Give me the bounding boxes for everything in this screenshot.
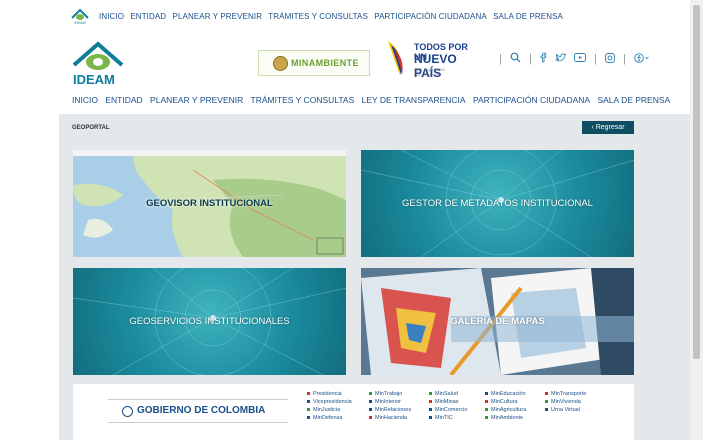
bullet-icon: [307, 392, 310, 396]
nav-inicio[interactable]: INICIO: [72, 95, 98, 105]
ministry-link[interactable]: MinCultura: [485, 399, 526, 407]
bullet-icon: [369, 400, 372, 404]
ministry-link[interactable]: MinEducación: [485, 391, 526, 399]
mini-logo-text: IDEAM: [74, 21, 85, 25]
bullet-icon: [545, 408, 548, 412]
ministry-link[interactable]: MinDefensa: [307, 415, 352, 423]
ministry-link[interactable]: Urna Virtual: [545, 407, 586, 415]
ministries-col-5: MinTransporte MinVivienda Urna Virtual: [545, 391, 586, 415]
bullet-icon: [429, 392, 432, 396]
header-icons: | | | |: [499, 52, 655, 68]
separator: |: [594, 53, 597, 65]
bullet-icon: [369, 408, 372, 412]
ministry-link[interactable]: MinTransporte: [545, 391, 586, 399]
ministries-col-3: MinSalud MinMinas MinComercio MinTIC: [429, 391, 467, 423]
youtube-icon[interactable]: [574, 53, 586, 65]
nav-planear[interactable]: PLANEAR Y PREVENIR: [150, 95, 243, 105]
bullet-icon: [369, 392, 372, 396]
separator: |: [499, 53, 502, 65]
bullet-icon: [485, 408, 488, 412]
top-nav-participacion[interactable]: PARTICIPACIÓN CIUDADANA: [374, 12, 487, 21]
tile-geoservicios[interactable]: GEOSERVICIOS INSTITUCIONALES: [73, 268, 346, 375]
ministries-col-2: MinTrabajo MinInterior MinRelaciones Min…: [369, 391, 411, 423]
bullet-icon: [307, 400, 310, 404]
top-nav-tramites[interactable]: TRÁMITES Y CONSULTAS: [268, 12, 368, 21]
top-nav-entidad[interactable]: ENTIDAD: [130, 12, 166, 21]
bullet-icon: [307, 408, 310, 412]
bullet-icon: [429, 416, 432, 420]
minambiente-banner[interactable]: MINAMBIENTE: [258, 50, 370, 76]
ministry-link[interactable]: MinTrabajo: [369, 391, 411, 399]
top-nav: INICIO ENTIDAD PLANEAR Y PREVENIR TRÁMIT…: [99, 12, 567, 21]
breadcrumb: GEOPORTAL: [72, 125, 110, 131]
ministry-link[interactable]: Presidencia: [307, 391, 352, 399]
tile-galeria-label: GALERÍA DE MAPAS: [450, 316, 545, 327]
todos-por-un-nuevo-pais-logo[interactable]: TODOS POR UN NUEVO PAÍS PAZ EQUIDAD EDUC…: [384, 39, 474, 80]
tile-gestor-label: GESTOR DE METADATOS INSTITUCIONAL: [402, 198, 593, 209]
ministries-col-1: Presidencia Vicepresidencia MinJusticia …: [307, 391, 352, 423]
bullet-icon: [429, 400, 432, 404]
tile-geovisor-label: GEOVISOR INSTITUCIONAL: [146, 198, 273, 209]
nav-entidad[interactable]: ENTIDAD: [105, 95, 142, 105]
nav-participacion[interactable]: PARTICIPACIÓN CIUDADANA: [473, 95, 590, 105]
header: IDEAM MINAMBIENTE TODOS POR UN NUEVO PAÍ…: [0, 30, 690, 92]
bullet-icon: [369, 416, 372, 420]
ministry-link[interactable]: MinRelaciones: [369, 407, 411, 415]
bullet-icon: [545, 400, 548, 404]
geoportal-content: GEOPORTAL ‹ Regresar GEOVISOR INSTITUCIO…: [59, 114, 690, 440]
bullet-icon: [307, 416, 310, 420]
bullet-icon: [429, 408, 432, 412]
instagram-icon[interactable]: [605, 52, 615, 66]
page-scrollbar[interactable]: [690, 0, 703, 440]
tile-galeria-mapas[interactable]: GALERÍA DE MAPAS: [361, 268, 634, 375]
ministry-link[interactable]: MinComercio: [429, 407, 467, 415]
gobierno-footer: GOBIERNO DE COLOMBIA Presidencia Vicepre…: [73, 384, 634, 440]
facebook-icon[interactable]: [540, 52, 547, 66]
nav-sala[interactable]: SALA DE PRENSA: [597, 95, 670, 105]
ministry-link[interactable]: MinHacienda: [369, 415, 411, 423]
ministry-link[interactable]: MinJusticia: [307, 407, 352, 415]
ministry-link[interactable]: MinInterior: [369, 399, 411, 407]
colombia-seal-icon: [273, 56, 288, 71]
search-icon[interactable]: [510, 52, 521, 66]
ministry-link[interactable]: MinTIC: [429, 415, 467, 423]
separator: |: [623, 53, 626, 65]
nav-tramites[interactable]: TRÁMITES Y CONSULTAS: [251, 95, 355, 105]
top-nav-inicio[interactable]: INICIO: [99, 12, 124, 21]
top-nav-planear[interactable]: PLANEAR Y PREVENIR: [173, 12, 263, 21]
main-nav: INICIO ENTIDAD PLANEAR Y PREVENIR TRÁMIT…: [72, 95, 675, 105]
ministry-link[interactable]: MinAmbiente: [485, 415, 526, 423]
ministry-link[interactable]: Vicepresidencia: [307, 399, 352, 407]
gobierno-de-colombia-link[interactable]: GOBIERNO DE COLOMBIA: [108, 399, 288, 423]
scrollbar-thumb[interactable]: [693, 5, 700, 359]
minambiente-label: MINAMBIENTE: [291, 58, 359, 68]
bullet-icon: [545, 392, 548, 396]
bullet-icon: [485, 416, 488, 420]
ministry-link[interactable]: MinMinas: [429, 399, 467, 407]
ministries-col-4: MinEducación MinCultura MinAgricultura M…: [485, 391, 526, 423]
top-nav-sala[interactable]: SALA DE PRENSA: [493, 12, 563, 21]
bullet-icon: [485, 400, 488, 404]
bullet-icon: [485, 392, 488, 396]
nav-transparencia[interactable]: LEY DE TRANSPARENCIA: [362, 95, 466, 105]
ministry-link[interactable]: MinSalud: [429, 391, 467, 399]
logo-text: IDEAM: [73, 72, 115, 87]
accessibility-icon[interactable]: [634, 52, 650, 66]
ministry-link[interactable]: MinVivienda: [545, 399, 586, 407]
top-bar: IDEAM INICIO ENTIDAD PLANEAR Y PREVENIR …: [0, 0, 690, 30]
todos-line3: PAZ EQUIDAD EDUCACIÓN: [414, 67, 446, 77]
back-button[interactable]: ‹ Regresar: [582, 121, 634, 134]
tile-gestor-metadatos[interactable]: GESTOR DE METADATOS INSTITUCIONAL: [361, 150, 634, 257]
ministry-link[interactable]: MinAgricultura: [485, 407, 526, 415]
ideam-mini-logo[interactable]: IDEAM: [70, 7, 90, 25]
flag-icon: [388, 41, 403, 75]
twitter-icon[interactable]: [554, 52, 567, 66]
tile-geovisor[interactable]: GEOVISOR INSTITUCIONAL: [73, 150, 346, 257]
gobierno-label: GOBIERNO DE COLOMBIA: [137, 405, 266, 416]
tile-geoservicios-label: GEOSERVICIOS INSTITUCIONALES: [129, 316, 290, 327]
separator: |: [528, 53, 532, 65]
colombia-seal-icon: [122, 406, 133, 417]
